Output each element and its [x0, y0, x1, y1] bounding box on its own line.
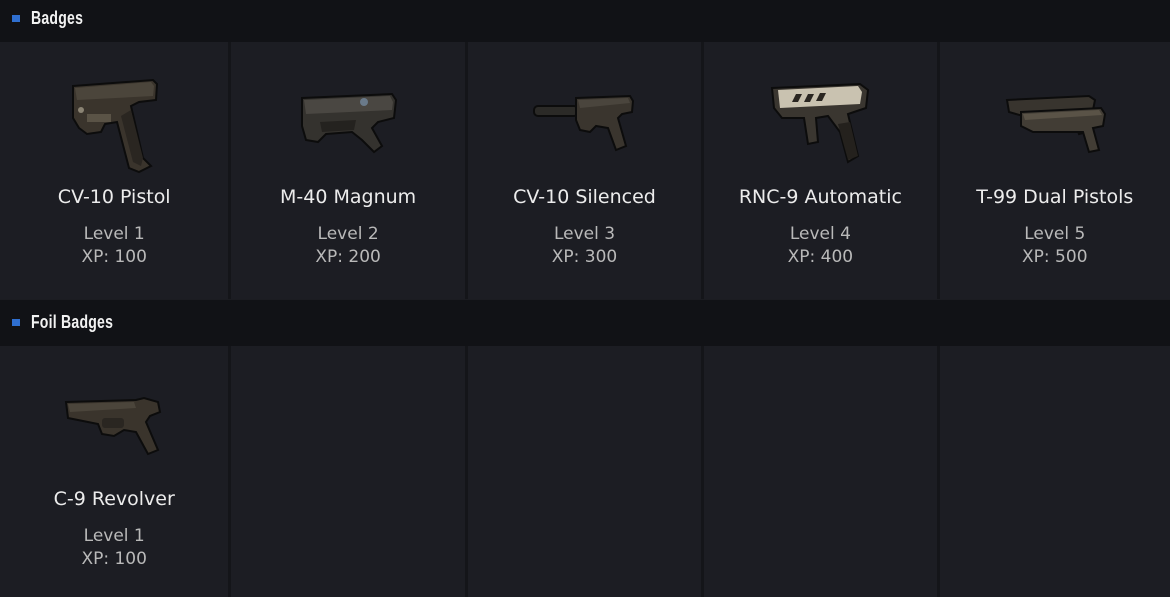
- badges-page: Badges CV-10 Pistol Level 1 XP: 100 M-40…: [0, 0, 1170, 597]
- empty-badge-slot: [939, 346, 1170, 597]
- section-bullet-icon: [12, 15, 20, 22]
- silenced-pistol-icon: [533, 94, 635, 152]
- badge-level: Level 3: [553, 224, 616, 244]
- badge-xp: XP: 500: [1022, 247, 1088, 267]
- badge-card[interactable]: C-9 Revolver Level 1 XP: 100: [0, 346, 229, 597]
- empty-badge-slot: [467, 346, 702, 597]
- badge-card[interactable]: T-99 Dual Pistols Level 5 XP: 500: [939, 42, 1170, 299]
- badge-xp: XP: 100: [81, 549, 147, 569]
- badges-grid: CV-10 Pistol Level 1 XP: 100 M-40 Magnum…: [0, 42, 1170, 299]
- badge-level: Level 1: [83, 224, 145, 244]
- badge-name: CV-10 Pistol: [57, 186, 171, 208]
- badge-xp: XP: 100: [81, 247, 147, 267]
- badge-name: T-99 Dual Pistols: [976, 186, 1134, 208]
- empty-badge-slot: [704, 346, 937, 597]
- badge-level: Level 5: [1024, 224, 1086, 244]
- foil-badges-grid: C-9 Revolver Level 1 XP: 100: [0, 346, 1170, 597]
- automatic-gun-icon: [771, 82, 870, 164]
- section-title: Foil Badges: [31, 312, 114, 332]
- badge-level: Level 4: [789, 224, 851, 244]
- magnum-icon: [301, 92, 398, 154]
- badge-card[interactable]: CV-10 Pistol Level 1 XP: 100: [0, 42, 229, 299]
- badge-name: C-9 Revolver: [53, 488, 175, 510]
- badge-name: M-40 Magnum: [280, 186, 417, 208]
- dual-pistols-icon: [1005, 94, 1106, 154]
- badge-card[interactable]: RNC-9 Automatic Level 4 XP: 400: [704, 42, 937, 299]
- badge-xp: XP: 200: [315, 247, 381, 267]
- foil-badges-section-header: Foil Badges: [0, 300, 1170, 346]
- badge-xp: XP: 300: [551, 247, 618, 267]
- section-bullet-icon: [12, 319, 20, 326]
- badge-level: Level 2: [317, 224, 379, 244]
- badge-xp: XP: 400: [787, 247, 854, 267]
- section-title: Badges: [31, 8, 84, 28]
- pistol-icon: [72, 78, 159, 174]
- badge-name: RNC-9 Automatic: [738, 186, 902, 208]
- badges-section-header: Badges: [0, 0, 1170, 42]
- badge-card[interactable]: CV-10 Silenced Level 3 XP: 300: [467, 42, 702, 299]
- badge-card[interactable]: M-40 Magnum Level 2 XP: 200: [231, 42, 465, 299]
- badge-level: Level 1: [83, 526, 145, 546]
- empty-badge-slot: [231, 346, 465, 597]
- badge-name: CV-10 Silenced: [513, 186, 656, 208]
- revolver-icon: [65, 396, 162, 456]
